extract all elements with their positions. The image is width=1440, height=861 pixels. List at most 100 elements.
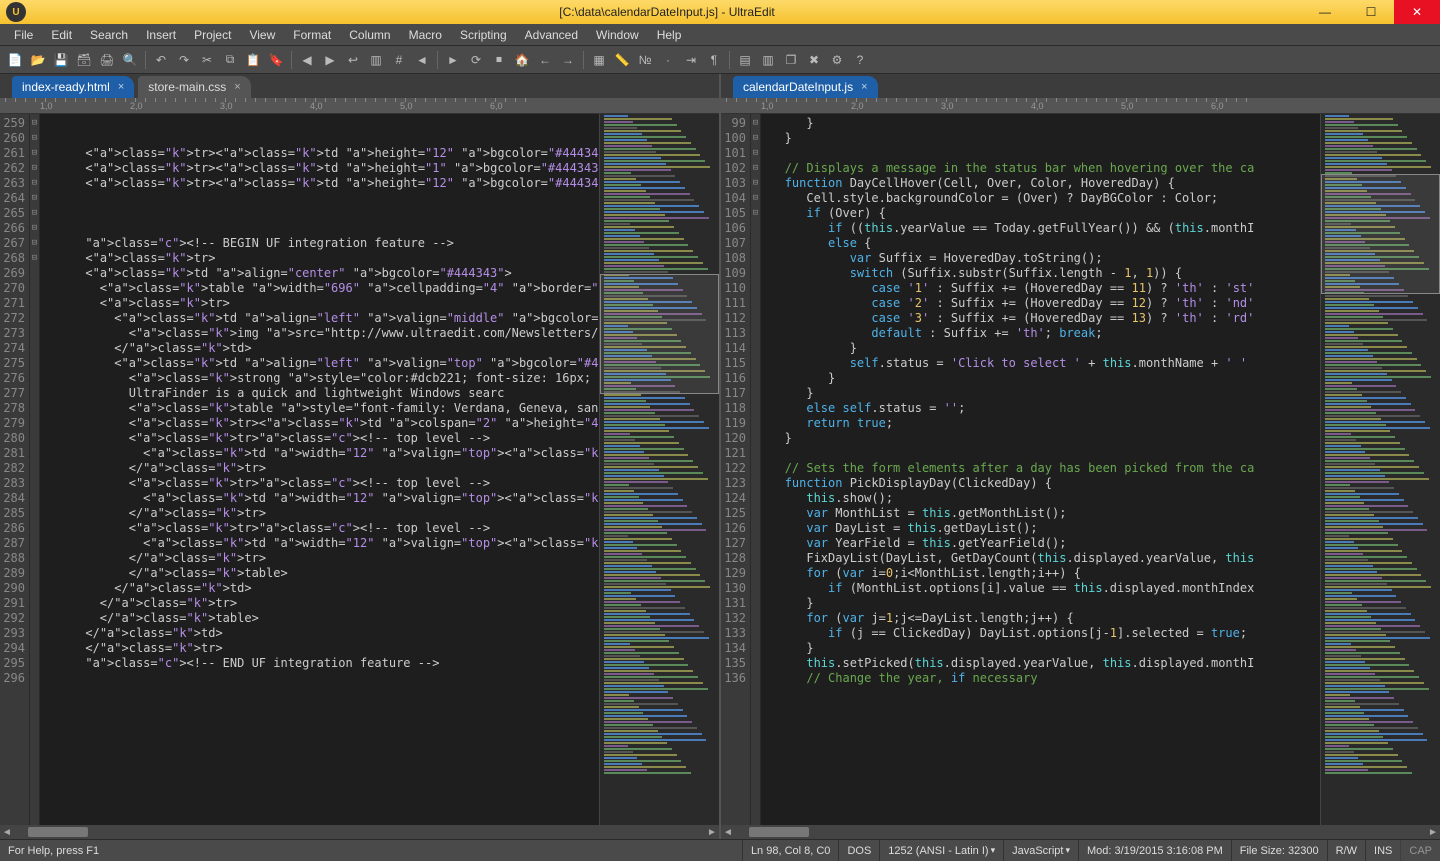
workspace: index-ready.html × store-main.css × 1,02,03… — [0, 74, 1440, 839]
pane-right: calendarDateInput.js × 1,02,03,04,05,06,0… — [721, 74, 1440, 839]
para-icon[interactable]: ¶ — [703, 49, 725, 71]
tab-label: store-main.css — [148, 80, 226, 94]
paste-icon[interactable]: 📋 — [242, 49, 264, 71]
config-icon[interactable]: ⚙ — [826, 49, 848, 71]
tab-calendarDateInput-js[interactable]: calendarDateInput.js × — [733, 76, 878, 98]
ruler-right: 1,02,03,04,05,06,0 — [721, 98, 1440, 114]
back-icon[interactable]: ← — [534, 49, 556, 71]
line-num-icon[interactable]: № — [634, 49, 656, 71]
refresh-icon[interactable]: ⟳ — [465, 49, 487, 71]
status-position: Ln 98, Col 8, C0 — [742, 840, 839, 861]
minimap-viewport[interactable] — [1321, 174, 1440, 294]
tab-label: index-ready.html — [22, 80, 110, 94]
menu-column[interactable]: Column — [341, 26, 398, 44]
scroll-right-icon[interactable]: ► — [705, 827, 719, 838]
close-icon[interactable]: × — [861, 81, 867, 93]
status-language[interactable]: JavaScript — [1003, 840, 1078, 861]
menu-edit[interactable]: Edit — [43, 26, 80, 44]
minimize-button[interactable]: — — [1302, 0, 1348, 24]
bookmark-next-icon[interactable]: ▶ — [319, 49, 341, 71]
scroll-right-icon[interactable]: ► — [1426, 827, 1440, 838]
scroll-left-icon[interactable]: ◄ — [721, 827, 735, 838]
tab-store-main-css[interactable]: store-main.css × — [138, 76, 250, 98]
undo-icon[interactable]: ↶ — [150, 49, 172, 71]
minimap-left[interactable] — [599, 114, 719, 825]
status-capslock: CAP — [1400, 840, 1440, 861]
code-right[interactable]: } } // Displays a message in the status … — [761, 114, 1320, 825]
menu-help[interactable]: Help — [649, 26, 690, 44]
tab-label: calendarDateInput.js — [743, 80, 853, 94]
foldcol-left[interactable]: ⊟ ⊟ ⊟ ⊟ ⊟ ⊟ ⊟ ⊟ ⊟ ⊟ — [30, 114, 40, 825]
scroll-thumb[interactable] — [28, 827, 88, 837]
tile-v-icon[interactable]: ▥ — [757, 49, 779, 71]
menu-view[interactable]: View — [241, 26, 283, 44]
close-all-icon[interactable]: ✖ — [803, 49, 825, 71]
stop-icon[interactable]: ⏹ — [488, 49, 510, 71]
bookmark-prev-icon[interactable]: ◀ — [296, 49, 318, 71]
minimap-viewport[interactable] — [600, 274, 719, 394]
open-icon[interactable]: 📂 — [27, 49, 49, 71]
tab-index-ready-html[interactable]: index-ready.html × — [12, 76, 134, 98]
menu-advanced[interactable]: Advanced — [517, 26, 586, 44]
editor-right[interactable]: 99 100 101 102 103 104 105 106 107 108 1… — [721, 114, 1440, 825]
save-icon[interactable]: 💾 — [50, 49, 72, 71]
status-filesize: File Size: 32300 — [1231, 840, 1327, 861]
menu-scripting[interactable]: Scripting — [452, 26, 515, 44]
help-icon[interactable]: ? — [849, 49, 871, 71]
copy-icon[interactable]: ⧉ — [219, 49, 241, 71]
pane-left: index-ready.html × store-main.css × 1,02,03… — [0, 74, 721, 839]
hex-icon[interactable]: # — [388, 49, 410, 71]
scroll-left-icon[interactable]: ◄ — [0, 827, 14, 838]
home-icon[interactable]: 🏠 — [511, 49, 533, 71]
menu-format[interactable]: Format — [285, 26, 339, 44]
status-insert[interactable]: INS — [1365, 840, 1400, 861]
cut-icon[interactable]: ✂ — [196, 49, 218, 71]
spaces-icon[interactable]: · — [657, 49, 679, 71]
minimap-right[interactable] — [1320, 114, 1440, 825]
menu-project[interactable]: Project — [186, 26, 239, 44]
close-icon[interactable]: × — [234, 81, 240, 93]
status-encoding[interactable]: 1252 (ANSI - Latin I) — [879, 840, 1003, 861]
foldcol-right[interactable]: ⊟ ⊟ ⊟ ⊟ ⊟ ⊟ ⊟ — [751, 114, 761, 825]
web-next-icon[interactable]: ► — [442, 49, 464, 71]
app-icon: U — [6, 2, 26, 22]
status-modified: Mod: 3/19/2015 3:16:08 PM — [1078, 840, 1231, 861]
col-mode-icon[interactable]: ▦ — [588, 49, 610, 71]
editor-left[interactable]: 259 260 261 262 263 264 265 266 267 268 … — [0, 114, 719, 825]
menu-search[interactable]: Search — [82, 26, 136, 44]
close-button[interactable]: ✕ — [1394, 0, 1440, 24]
cascade-icon[interactable]: ❐ — [780, 49, 802, 71]
menu-insert[interactable]: Insert — [138, 26, 184, 44]
statusbar: For Help, press F1 Ln 98, Col 8, C0 DOS … — [0, 839, 1440, 861]
close-icon[interactable]: × — [118, 81, 124, 93]
find-icon[interactable]: 🔍 — [119, 49, 141, 71]
tabs-icon[interactable]: ⇥ — [680, 49, 702, 71]
menu-window[interactable]: Window — [588, 26, 647, 44]
web-prev-icon[interactable]: ◄ — [411, 49, 433, 71]
redo-icon[interactable]: ↷ — [173, 49, 195, 71]
window-buttons: — ☐ ✕ — [1302, 0, 1440, 24]
titlebar: U [C:\data\calendarDateInput.js] - Ultra… — [0, 0, 1440, 24]
hscroll-left[interactable]: ◄ ► — [0, 825, 719, 839]
status-eol[interactable]: DOS — [838, 840, 879, 861]
status-help: For Help, press F1 — [0, 840, 742, 861]
print-icon[interactable]: 🖨 — [96, 49, 118, 71]
maximize-button[interactable]: ☐ — [1348, 0, 1394, 24]
menu-file[interactable]: File — [6, 26, 41, 44]
window-title: [C:\data\calendarDateInput.js] - UltraEd… — [32, 5, 1302, 19]
columns-icon[interactable]: ▥ — [365, 49, 387, 71]
menu-macro[interactable]: Macro — [401, 26, 450, 44]
tile-h-icon[interactable]: ▤ — [734, 49, 756, 71]
save-all-icon[interactable]: 🗃 — [73, 49, 95, 71]
ruler-left: 1,02,03,04,05,06,0 — [0, 98, 719, 114]
tabstrip-left: index-ready.html × store-main.css × — [0, 74, 719, 98]
bookmark-icon[interactable]: 🔖 — [265, 49, 287, 71]
status-readwrite[interactable]: R/W — [1327, 840, 1365, 861]
hscroll-right[interactable]: ◄ ► — [721, 825, 1440, 839]
new-icon[interactable]: 📄 — [4, 49, 26, 71]
ruler-icon[interactable]: 📏 — [611, 49, 633, 71]
fwd-icon[interactable]: → — [557, 49, 579, 71]
code-left[interactable]: <"a">class="k">tr><"a">class="k">td "a">… — [40, 114, 599, 825]
scroll-thumb[interactable] — [749, 827, 809, 837]
toggle-wrap-icon[interactable]: ↩ — [342, 49, 364, 71]
